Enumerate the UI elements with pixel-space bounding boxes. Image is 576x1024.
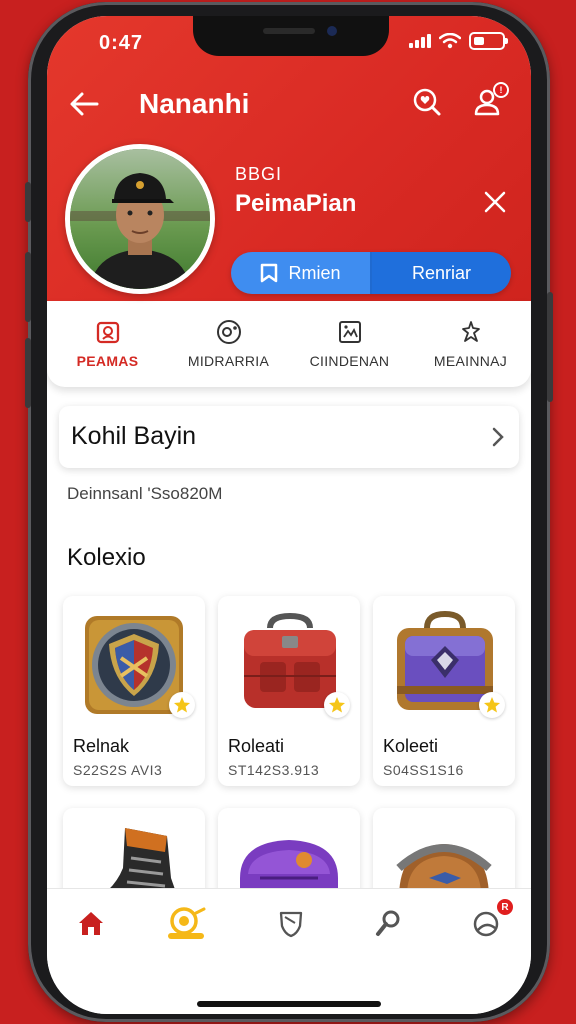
nav-badge: R (495, 897, 515, 917)
tab-label: MIDRARRIA (187, 353, 270, 369)
wifi-icon (439, 33, 461, 49)
primary-action-button[interactable]: Rmien (231, 252, 372, 294)
profile-subtitle: BBGI (235, 164, 283, 184)
screen: 0:47 Nananhi ! BBGI PeimaPian Rmien Renr… (47, 16, 531, 1014)
profile-tabs: PEAMAS MIDRARRIA CIINDENAN MEAINNAJ (47, 301, 531, 387)
profile-header: 0:47 Nananhi ! BBGI PeimaPian Rmien Renr… (47, 16, 531, 301)
nav-home[interactable] (71, 903, 111, 943)
user-card[interactable]: Kohil Bayin (59, 406, 519, 468)
shield-icon (279, 911, 303, 938)
star-badge-icon (479, 692, 505, 718)
page-title: Nananhi (139, 88, 250, 119)
home-indicator (197, 1001, 381, 1007)
avatar[interactable] (65, 144, 215, 294)
notification-badge: ! (493, 82, 509, 98)
back-button[interactable] (67, 86, 103, 122)
primary-action-label: Rmien (288, 262, 341, 283)
card-name: Relnak (73, 736, 130, 756)
tab-label: CIINDENAN (309, 353, 390, 369)
tab-ciindenan[interactable]: CIINDENAN (289, 301, 410, 387)
meta-text: Deinnsanl 'Sso820M (67, 484, 223, 503)
chevron-right-icon (492, 427, 504, 447)
tab-peamas[interactable]: PEAMAS (47, 301, 168, 387)
tab-label: PEAMAS (76, 353, 139, 369)
bookmark-icon (261, 263, 278, 283)
nav-shield[interactable] (271, 903, 311, 943)
notch (193, 16, 389, 56)
badge-icon (96, 321, 119, 344)
section-title: Kolexio (67, 544, 146, 571)
card-value: S04SS1S16 (383, 762, 464, 778)
image-icon (338, 321, 361, 343)
rewards-icon (168, 907, 206, 939)
star-badge-icon (169, 692, 195, 718)
action-buttons: Rmien Renriar (231, 252, 511, 294)
profile-notifications-button[interactable]: ! (471, 82, 509, 122)
arrow-left-icon (70, 92, 99, 116)
nav-rewards[interactable] (163, 903, 209, 943)
collection-card[interactable]: Roleati ST142S3.913 (218, 596, 360, 786)
tab-meainnaj[interactable]: MEAINNAJ (410, 301, 531, 387)
collection-card[interactable]: Koleeti S04SS1S16 (373, 596, 515, 786)
tab-midrarria[interactable]: MIDRARRIA (168, 301, 289, 387)
status-time: 0:47 (99, 32, 144, 54)
card-name: Koleeti (383, 736, 439, 756)
secondary-action-button[interactable]: Renriar (372, 252, 511, 294)
search-user-icon (376, 910, 400, 936)
profile-name: PeimaPian (235, 190, 357, 217)
avatar-photo (70, 149, 210, 289)
battery-icon (469, 32, 508, 50)
user-name: Kohil Bayin (71, 422, 197, 450)
status-icons (409, 32, 508, 50)
hand-icon (461, 321, 480, 342)
nav-profile[interactable]: R (467, 897, 515, 943)
star-badge-icon (324, 692, 350, 718)
search-heart-icon (413, 88, 441, 116)
tab-label: MEAINNAJ (433, 353, 508, 369)
home-icon (79, 912, 103, 935)
signal-icon (409, 34, 431, 48)
camera-icon (216, 320, 241, 344)
close-icon (484, 191, 506, 213)
secondary-action-label: Renriar (411, 262, 472, 283)
nav-search-user[interactable] (369, 903, 409, 943)
card-value: S22S2S AVI3 (73, 762, 163, 778)
collection-card[interactable]: Relnak S22S2S AVI3 (63, 596, 205, 786)
search-button[interactable] (411, 86, 447, 122)
card-name: Roleati (228, 736, 285, 756)
card-value: ST142S3.913 (228, 762, 320, 778)
bottom-nav: R (47, 888, 531, 1014)
close-button[interactable] (481, 188, 509, 216)
